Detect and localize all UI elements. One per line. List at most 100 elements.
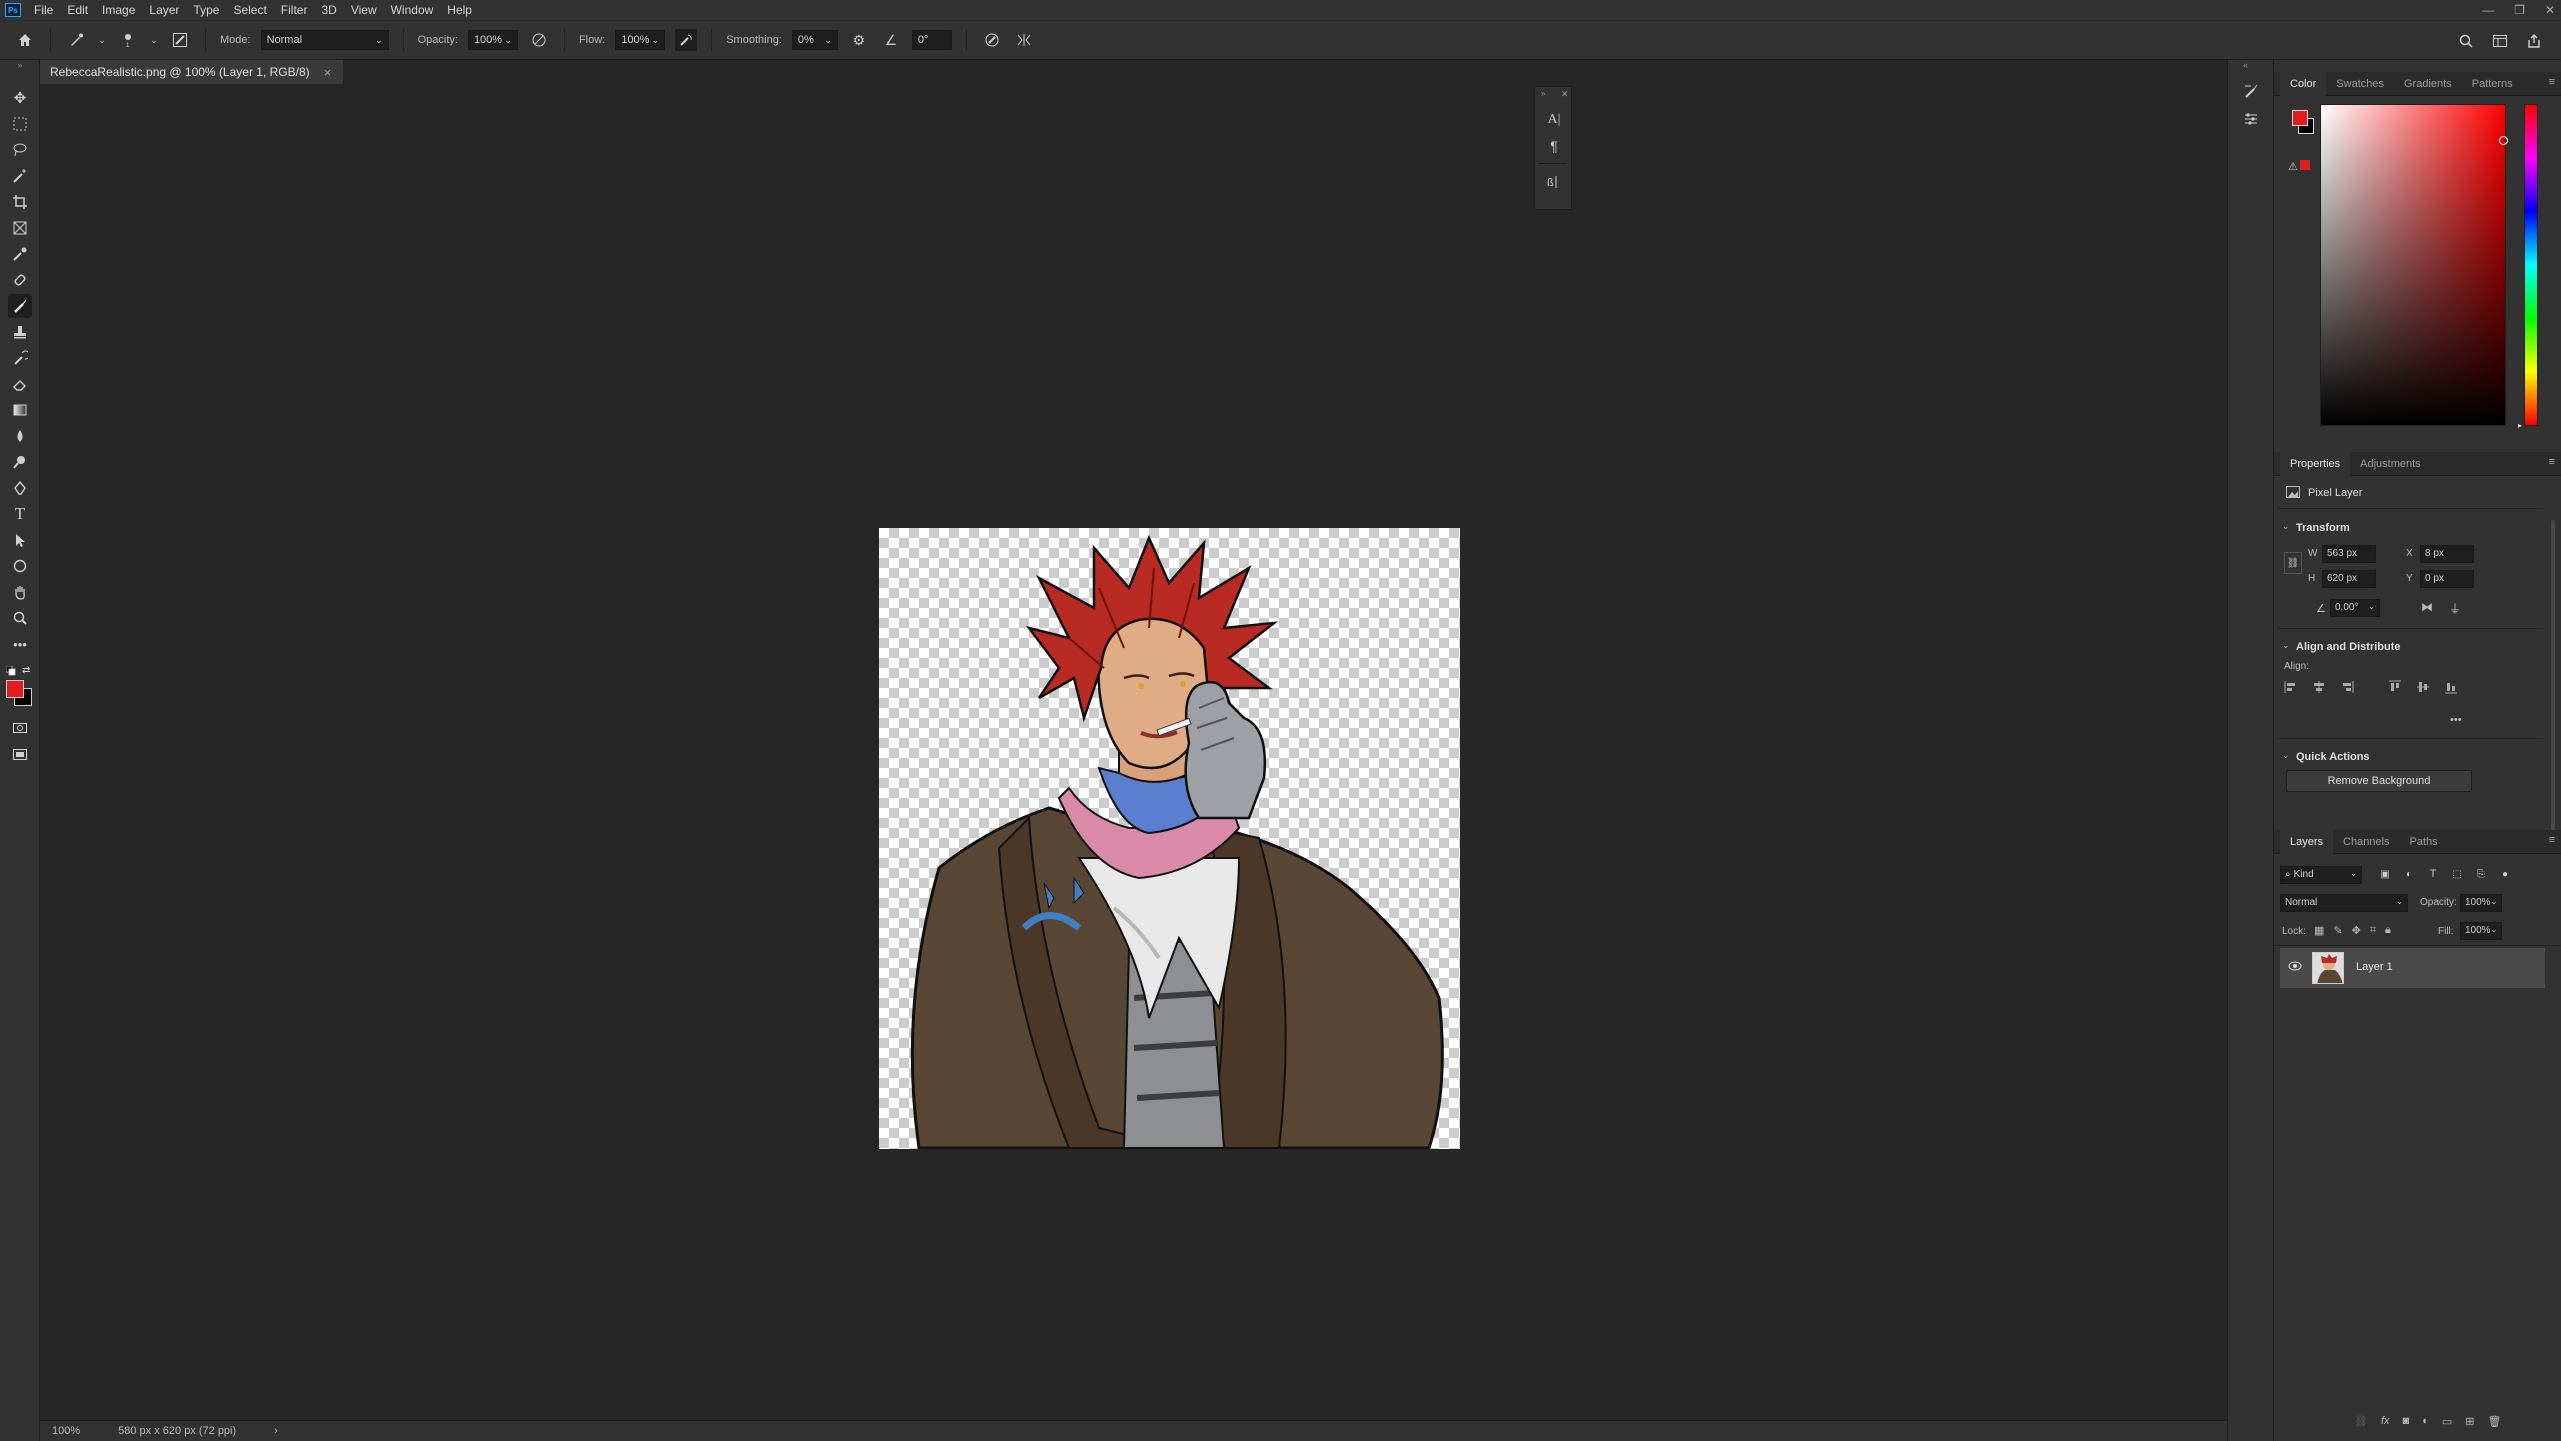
gradient-tool-icon[interactable] [8,398,32,422]
new-group-icon[interactable]: ▭ [2442,1415,2452,1428]
path-selection-tool-icon[interactable] [8,528,32,552]
symmetry-icon[interactable] [1013,29,1035,51]
brush-angle-field[interactable]: 0° [911,30,952,50]
paragraph-panel-icon[interactable]: ¶ [1543,135,1565,157]
new-adjustment-layer-icon[interactable]: ◐ [2422,1415,2429,1428]
default-colors-icon[interactable] [5,665,16,676]
close-tab-button[interactable]: × [324,65,332,80]
adjustments-sliders-icon[interactable] [2240,108,2262,130]
menu-layer[interactable]: Layer [142,0,186,20]
add-mask-icon[interactable]: ◙ [2403,1415,2410,1428]
collapse-toolbar-icon[interactable]: » [8,60,32,70]
tab-layers[interactable]: Layers [2280,829,2334,854]
menu-help[interactable]: Help [440,0,479,20]
fill-field[interactable]: 100% ⌄ [2460,922,2502,940]
align-vertical-center-icon[interactable] [2416,680,2430,694]
collapse-strip-icon[interactable]: « [2243,60,2248,70]
healing-brush-tool-icon[interactable] [8,268,32,292]
layer-name[interactable]: Layer 1 [2356,961,2393,973]
color-picker-cursor[interactable] [2499,136,2508,145]
photoshop-logo[interactable]: Ps [5,3,21,17]
align-section-title[interactable]: Align and Distribute [2296,641,2401,653]
menu-image[interactable]: Image [95,0,142,20]
foreground-color-swatch[interactable] [6,680,24,698]
move-tool-icon[interactable]: ✥ [8,86,32,110]
zoom-tool-icon[interactable] [8,606,32,630]
crop-tool-icon[interactable] [8,190,32,214]
tab-patterns[interactable]: Patterns [2462,72,2523,96]
restore-button[interactable]: ❐ [2514,3,2525,17]
blur-tool-icon[interactable] [8,424,32,448]
menu-3d[interactable]: 3D [314,0,343,20]
menu-type[interactable]: Type [186,0,226,20]
lock-transparent-icon[interactable]: ▦ [2314,924,2324,937]
document-tab[interactable]: RebeccaRealistic.png @ 100% (Layer 1, RG… [40,60,344,84]
hue-slider-thumb[interactable]: ▸ [2518,421,2522,430]
menu-select[interactable]: Select [226,0,273,20]
lasso-tool-icon[interactable] [8,138,32,162]
layer-row[interactable]: Layer 1 [2280,948,2545,988]
brush-settings-icon[interactable] [2240,80,2262,102]
align-horizontal-center-icon[interactable] [2312,680,2326,694]
width-field[interactable]: 563 px [2322,545,2376,563]
x-field[interactable]: 8 px [2420,545,2474,563]
marquee-tool-icon[interactable] [8,112,32,136]
panel-menu-icon[interactable]: ≡ [2549,76,2555,88]
mode-select[interactable]: Normal ⌄ [260,30,389,50]
align-top-icon[interactable] [2388,680,2402,694]
brush-size-icon[interactable]: 1 [117,29,139,51]
history-brush-tool-icon[interactable] [8,346,32,370]
flip-horizontal-icon[interactable]: ⧓ [2421,600,2433,614]
smoothing-field[interactable]: 0% ⌄ [791,30,838,50]
lock-artboard-icon[interactable]: ⌗ [2370,924,2376,937]
pressure-opacity-icon[interactable] [528,29,550,51]
hand-tool-icon[interactable] [8,580,32,604]
layer-filter-kind[interactable]: ⌕ Kind ⌄ [2280,866,2362,884]
filter-shape-icon[interactable]: ⬚ [2450,867,2464,881]
flip-vertical-icon[interactable]: ⏚ [2449,600,2461,617]
pen-tool-icon[interactable] [8,476,32,500]
brush-settings-panel-icon[interactable] [169,29,191,51]
gamut-color-swatch[interactable] [2300,160,2310,170]
clone-stamp-tool-icon[interactable] [8,320,32,344]
height-field[interactable]: 620 px [2322,570,2376,588]
panel-menu-icon[interactable]: ≡ [2549,456,2555,468]
eyedropper-tool-icon[interactable] [8,242,32,266]
menu-filter[interactable]: Filter [274,0,315,20]
chevron-down-icon[interactable]: ⌄ [97,29,107,51]
layer-opacity-field[interactable]: 100% ⌄ [2460,894,2502,912]
foreground-color-swatch[interactable] [2292,110,2308,126]
canvas-area[interactable] [40,84,2227,1420]
opacity-field[interactable]: 100% ⌄ [467,30,518,50]
close-icon[interactable]: ✕ [1561,89,1569,100]
tab-gradients[interactable]: Gradients [2394,72,2462,96]
workspace-icon[interactable] [2489,30,2511,52]
flow-field[interactable]: 100% ⌄ [615,30,666,50]
out-of-gamut-warning-icon[interactable]: ⚠ [2288,160,2298,173]
swap-colors-icon[interactable]: ⇄ [22,665,30,676]
hue-slider[interactable] [2524,104,2538,426]
screen-mode-icon[interactable] [8,742,32,766]
tab-color[interactable]: Color [2280,71,2327,96]
eye-icon[interactable] [2288,960,2302,974]
filter-adjustment-icon[interactable]: ◐ [2402,867,2416,881]
chevron-down-icon[interactable]: ⌄ [149,29,159,51]
gear-icon[interactable]: ⚙ [848,29,870,51]
align-left-icon[interactable] [2284,680,2298,694]
filter-smart-object-icon[interactable]: ⎘ [2474,867,2488,881]
color-picker-field[interactable] [2320,104,2506,426]
chevron-down-icon[interactable]: ⌄ [2282,640,2290,651]
layer-style-fx-icon[interactable]: fx [2381,1415,2390,1428]
tab-properties[interactable]: Properties [2280,451,2351,476]
close-button[interactable]: ✕ [2545,3,2555,17]
delete-layer-icon[interactable]: 🗑︎ [2487,1415,2501,1428]
minimize-button[interactable]: — [2482,3,2494,17]
new-layer-icon[interactable]: ⊞ [2465,1415,2474,1428]
search-icon[interactable] [2455,30,2477,52]
lock-image-icon[interactable]: ✎ [2333,924,2342,937]
align-right-icon[interactable] [2340,680,2354,694]
quick-mask-icon[interactable] [8,716,32,740]
transform-section-title[interactable]: Transform [2296,522,2350,534]
glyphs-panel-icon[interactable]: ß [1543,171,1565,193]
lock-position-icon[interactable]: ✥ [2352,924,2361,937]
